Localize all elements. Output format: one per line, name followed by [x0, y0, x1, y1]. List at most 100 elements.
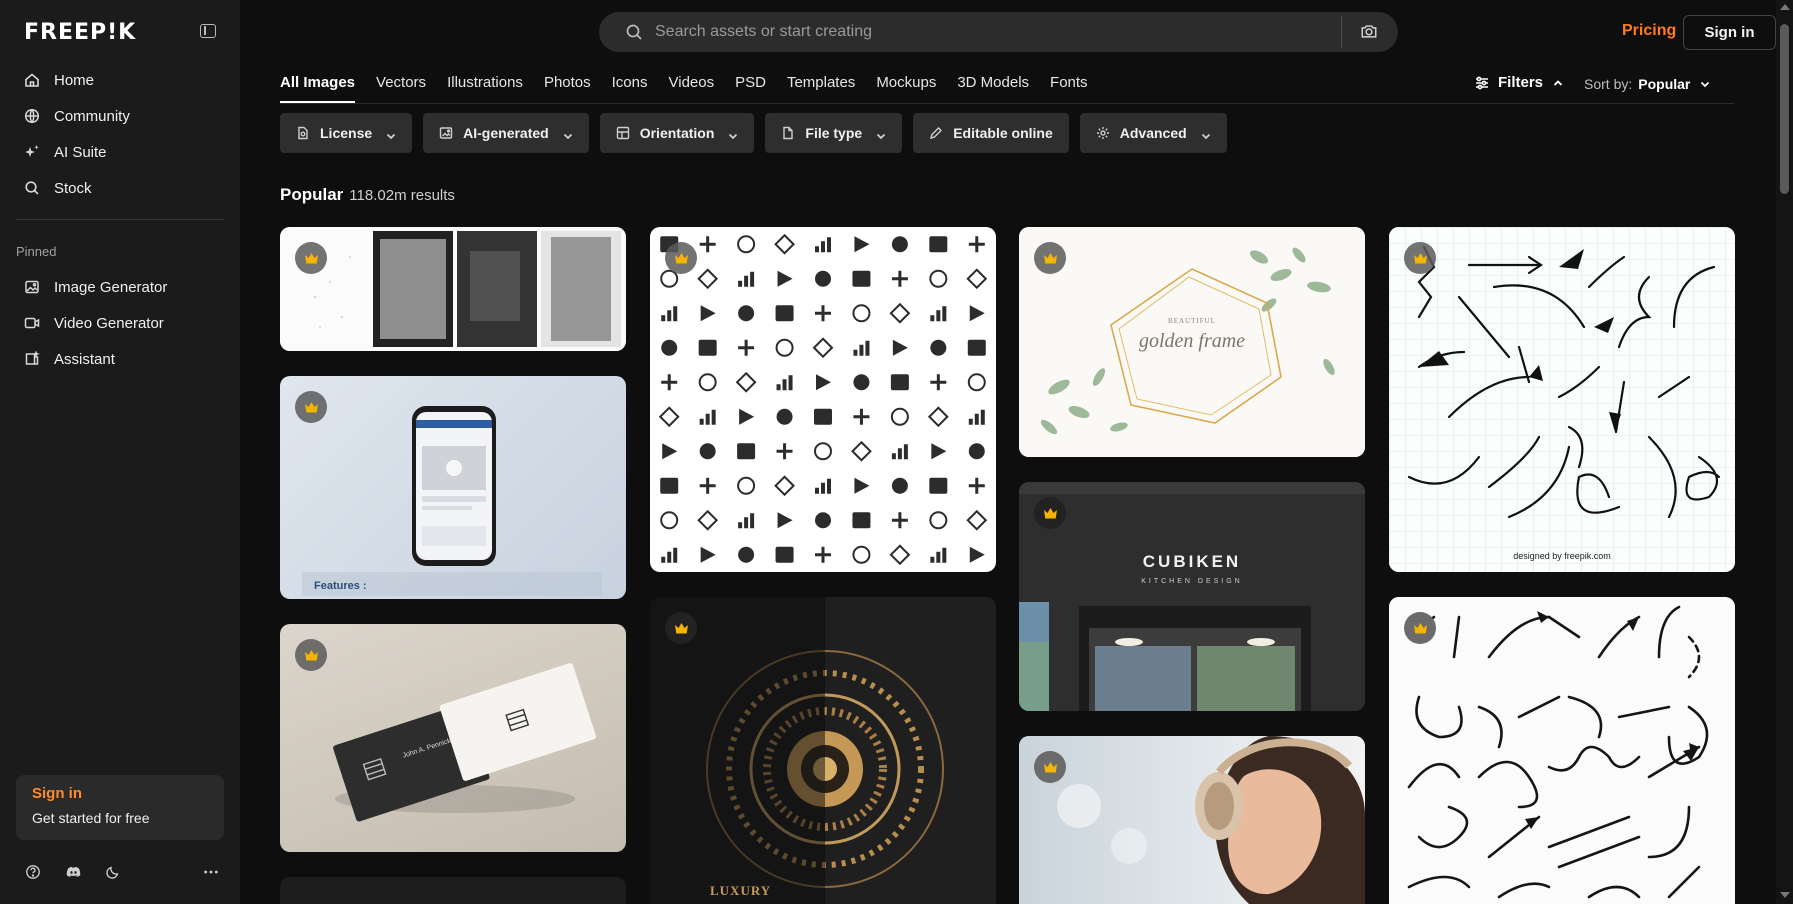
icon-set-glyph	[697, 268, 719, 290]
icon-set-glyph	[889, 302, 911, 324]
tab-vectors[interactable]: Vectors	[376, 74, 426, 103]
sidebar-item-image-generator[interactable]: Image Generator	[16, 269, 224, 305]
orientation-filter[interactable]: Orientation	[599, 113, 755, 153]
chevron-down-icon	[386, 128, 396, 140]
scrollbar-thumb[interactable]	[1780, 24, 1789, 194]
icon-set-glyph	[892, 339, 908, 356]
sidebar-item-video-generator[interactable]: Video Generator	[16, 305, 224, 341]
editable-online-filter[interactable]: Editable online	[913, 113, 1069, 153]
advanced-filter[interactable]: Advanced	[1079, 113, 1227, 153]
asset-card-golden-frame[interactable]: BEAUTIFUL golden frame	[1019, 227, 1365, 457]
sliders-icon	[1474, 75, 1490, 91]
tab-illustrations[interactable]: Illustrations	[447, 74, 523, 103]
license-filter[interactable]: License	[280, 113, 413, 153]
asset-card-grunge-textures[interactable]	[280, 227, 626, 351]
file-icon	[781, 126, 795, 140]
chip-label: File type	[805, 125, 863, 141]
chevron-down-icon	[728, 128, 738, 140]
icon-set-glyph	[930, 547, 947, 563]
icon-set-glyph	[738, 513, 755, 529]
icon-set-glyph	[814, 442, 832, 461]
luxury-text: LUXURY	[710, 883, 771, 898]
asset-card-business-card[interactable]: John A. Pennick	[280, 624, 626, 852]
asset-card-luxury-mandala[interactable]: LUXURY	[650, 597, 996, 904]
premium-crown-icon	[1034, 497, 1066, 529]
file-type-filter[interactable]: File type	[765, 113, 903, 153]
chevron-up-icon	[1553, 78, 1563, 88]
sidebar-footer	[24, 863, 220, 881]
tab-mockups[interactable]: Mockups	[876, 74, 936, 103]
icon-set-glyph	[853, 374, 870, 391]
asset-card-headphones-woman[interactable]	[1019, 736, 1365, 904]
icon-set-glyph	[658, 406, 680, 428]
scroll-up-icon[interactable]	[1780, 4, 1790, 10]
icon-set-glyph	[698, 373, 717, 392]
icon-set-glyph	[700, 546, 716, 563]
signin-button[interactable]: Sign in	[1683, 15, 1776, 50]
tab-all-images[interactable]: All Images	[280, 74, 356, 103]
sidebar-item-label: AI Suite	[54, 143, 107, 161]
sidebar-item-assistant[interactable]: Assistant	[16, 341, 224, 377]
signin-card[interactable]: Sign in Get started for free	[16, 775, 224, 840]
more-icon[interactable]	[202, 863, 220, 881]
icon-set-glyph	[737, 476, 756, 495]
premium-crown-icon	[665, 612, 697, 644]
pricing-link[interactable]: Pricing	[1622, 22, 1676, 40]
sort-by-dropdown[interactable]: Sort by: Popular	[1584, 76, 1710, 92]
filters-toggle[interactable]: Filters	[1474, 74, 1563, 91]
sidebar-item-stock[interactable]: Stock	[16, 170, 224, 206]
chip-label: Advanced	[1119, 125, 1187, 141]
icon-set-glyph	[660, 477, 679, 494]
signin-card-title[interactable]: Sign in	[32, 785, 208, 802]
scroll-down-icon[interactable]	[1780, 892, 1790, 898]
icon-set-glyph	[815, 546, 831, 563]
asset-card-partial[interactable]	[280, 877, 626, 904]
asset-card-doodle-arrows-set[interactable]	[1389, 597, 1735, 904]
search-icon	[625, 23, 643, 41]
icon-set-glyph	[775, 546, 794, 563]
sidebar-item-community[interactable]: Community	[16, 98, 224, 134]
home-icon	[24, 72, 40, 88]
icon-set-glyph	[889, 544, 911, 566]
icon-set-glyph	[814, 408, 832, 425]
ai-generated-filter[interactable]: AI-generated	[423, 113, 589, 153]
chevron-down-icon	[563, 128, 573, 140]
freepik-app: FREEP!K Home Community AI Suite Stock Pi…	[0, 0, 1793, 904]
tab-3d-models[interactable]: 3D Models	[957, 74, 1029, 103]
sidebar-item-home[interactable]: Home	[16, 62, 224, 98]
camera-icon[interactable]	[1360, 22, 1380, 42]
luxury-mandala-thumbnail: LUXURY	[650, 597, 996, 904]
discord-icon[interactable]	[64, 863, 82, 881]
video-icon	[24, 315, 40, 331]
sidebar-collapse-icon[interactable]	[200, 24, 216, 38]
icon-set-glyph	[737, 443, 756, 460]
tab-psd[interactable]: PSD	[735, 74, 766, 103]
icon-set-glyph	[815, 512, 831, 529]
search-bar	[599, 12, 1398, 52]
moon-icon[interactable]	[104, 863, 122, 881]
premium-crown-icon	[665, 242, 697, 274]
asset-card-doodle-arrows-grid[interactable]: designed by freepik.com	[1389, 227, 1735, 572]
sidebar-item-ai-suite[interactable]: AI Suite	[16, 134, 224, 170]
help-icon[interactable]	[24, 863, 42, 881]
icon-set-glyph	[699, 236, 716, 253]
asset-card-cubiken-storefront[interactable]: CUBIKEN KITCHEN DESIGN	[1019, 482, 1365, 711]
icon-set-glyph	[738, 271, 755, 287]
sparkles-icon	[24, 144, 40, 160]
tab-videos[interactable]: Videos	[669, 74, 715, 103]
tab-fonts[interactable]: Fonts	[1050, 74, 1088, 103]
asset-card-icon-set[interactable]	[650, 227, 996, 572]
ai-icon	[439, 126, 453, 140]
frame-title-text: golden frame	[1139, 330, 1245, 352]
tab-photos[interactable]: Photos	[544, 74, 591, 103]
search-input[interactable]	[655, 23, 1315, 41]
freepik-logo[interactable]: FREEP!K	[24, 20, 136, 45]
doodle-arrows-thumbnail: designed by freepik.com	[1389, 227, 1735, 572]
tabs-underline	[280, 103, 1734, 104]
pinned-heading: Pinned	[16, 244, 57, 259]
icon-set-glyph	[774, 475, 795, 497]
tab-icons[interactable]: Icons	[612, 74, 648, 103]
asset-card-phone-mockup[interactable]: Features :	[280, 376, 626, 599]
tab-templates[interactable]: Templates	[787, 74, 855, 103]
icon-set-glyph	[739, 408, 755, 425]
